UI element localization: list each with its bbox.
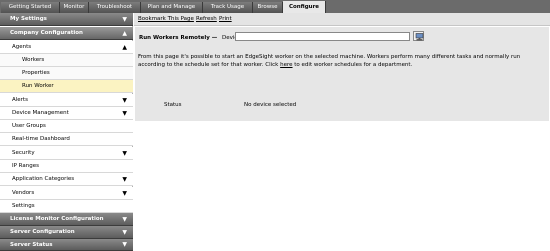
sidebar-section-label: License Monitor Configuration <box>10 216 104 222</box>
description-part: to edit worker schedules for a departmen… <box>292 62 413 68</box>
sidebar-section-company-configuration[interactable]: Company Configuration ▲ <box>0 27 133 40</box>
edit-schedules-link[interactable]: here <box>280 62 292 68</box>
tab-monitor[interactable]: Monitor <box>60 2 89 13</box>
chevron-down-icon: ▼ <box>122 16 127 23</box>
device-field[interactable] <box>235 32 410 41</box>
sidebar-item-label: Device Management <box>12 110 69 116</box>
status-value: No device selected <box>244 102 297 108</box>
sidebar-item-agents[interactable]: Agents ▲ <box>0 41 133 54</box>
sidebar-item-settings[interactable]: Settings <box>0 200 133 213</box>
computer-icon <box>415 33 424 41</box>
sidebar-item-vendors[interactable]: Vendors ▼ <box>0 187 133 200</box>
chevron-down-icon: ▼ <box>122 190 127 197</box>
description-text: From this page it's possible to start an… <box>138 53 546 69</box>
run-worker-panel: Run Workers Remotely — Device: From this… <box>135 27 549 121</box>
tab-getting-started[interactable]: Getting Started <box>1 2 60 13</box>
sidebar-item-security[interactable]: Security ▼ <box>0 147 133 160</box>
tab-browse[interactable]: Browse <box>253 2 283 13</box>
main-content: Bookmark This Page Refresh Print Run Wor… <box>134 13 550 251</box>
sidebar-section-label: Server Configuration <box>10 229 75 235</box>
sidebar-item-real-time-dashboard[interactable]: Real-time Dashboard <box>0 133 133 146</box>
tab-plan-and-manage[interactable]: Plan and Manage <box>141 2 203 13</box>
chevron-down-icon: ▼ <box>122 150 127 157</box>
sidebar-section-license-monitor-configuration[interactable]: License Monitor Configuration ▼ <box>0 213 133 226</box>
sidebar-item-alerts[interactable]: Alerts ▼ <box>0 94 133 107</box>
top-tab-bar: Getting Started Monitor Troubleshoot Pla… <box>0 0 550 13</box>
chevron-down-icon: ▼ <box>122 216 127 223</box>
sidebar-item-label: Agents <box>12 44 32 50</box>
sidebar-item-workers[interactable]: Workers <box>0 54 133 67</box>
chevron-down-icon: ▼ <box>122 176 127 183</box>
sidebar-item-properties[interactable]: Properties <box>0 67 133 80</box>
sidebar-section-server-status[interactable]: Server Status ▼ <box>0 239 133 251</box>
refresh-link[interactable]: Refresh <box>196 13 217 26</box>
chevron-up-icon: ▲ <box>122 30 127 37</box>
sidebar-section-label: Company Configuration <box>10 30 83 36</box>
sidebar-item-label: Application Categories <box>12 176 75 182</box>
sidebar-item-label: Alerts <box>12 97 28 103</box>
chevron-down-icon: ▼ <box>122 241 127 248</box>
sidebar-item-label: Security <box>12 150 35 156</box>
sidebar-item-application-categories[interactable]: Application Categories ▼ <box>0 173 133 186</box>
sidebar-section-server-configuration[interactable]: Server Configuration ▼ <box>0 226 133 239</box>
tab-troubleshoot[interactable]: Troubleshoot <box>89 2 141 13</box>
page-toolbar: Bookmark This Page Refresh Print <box>134 13 550 26</box>
sidebar: My Settings ▼ Company Configuration ▲ Ag… <box>0 13 133 251</box>
chevron-down-icon: ▼ <box>122 229 127 236</box>
sidebar-item-user-groups[interactable]: User Groups <box>0 120 133 133</box>
sidebar-section-label: Server Status <box>10 242 53 248</box>
status-label: Status <box>164 102 182 108</box>
bookmark-link[interactable]: Bookmark This Page <box>138 13 194 26</box>
sidebar-item-run-worker[interactable]: Run Worker <box>0 80 133 93</box>
chevron-down-icon: ▼ <box>122 110 127 117</box>
sidebar-section-label: My Settings <box>10 16 47 22</box>
sidebar-item-ip-ranges[interactable]: IP Ranges <box>0 160 133 173</box>
sidebar-section-my-settings[interactable]: My Settings ▼ <box>0 13 133 26</box>
tab-configure[interactable]: Configure <box>283 1 326 13</box>
sidebar-item-device-management[interactable]: Device Management ▼ <box>0 107 133 120</box>
print-link[interactable]: Print <box>219 13 232 26</box>
device-picker-button[interactable] <box>413 31 424 41</box>
sidebar-item-label: Vendors <box>12 190 35 196</box>
page-title: Run Workers Remotely — <box>139 35 218 41</box>
chevron-down-icon: ▼ <box>122 97 127 104</box>
tab-track-usage[interactable]: Track Usage <box>203 2 253 13</box>
chevron-up-icon: ▲ <box>122 44 127 51</box>
